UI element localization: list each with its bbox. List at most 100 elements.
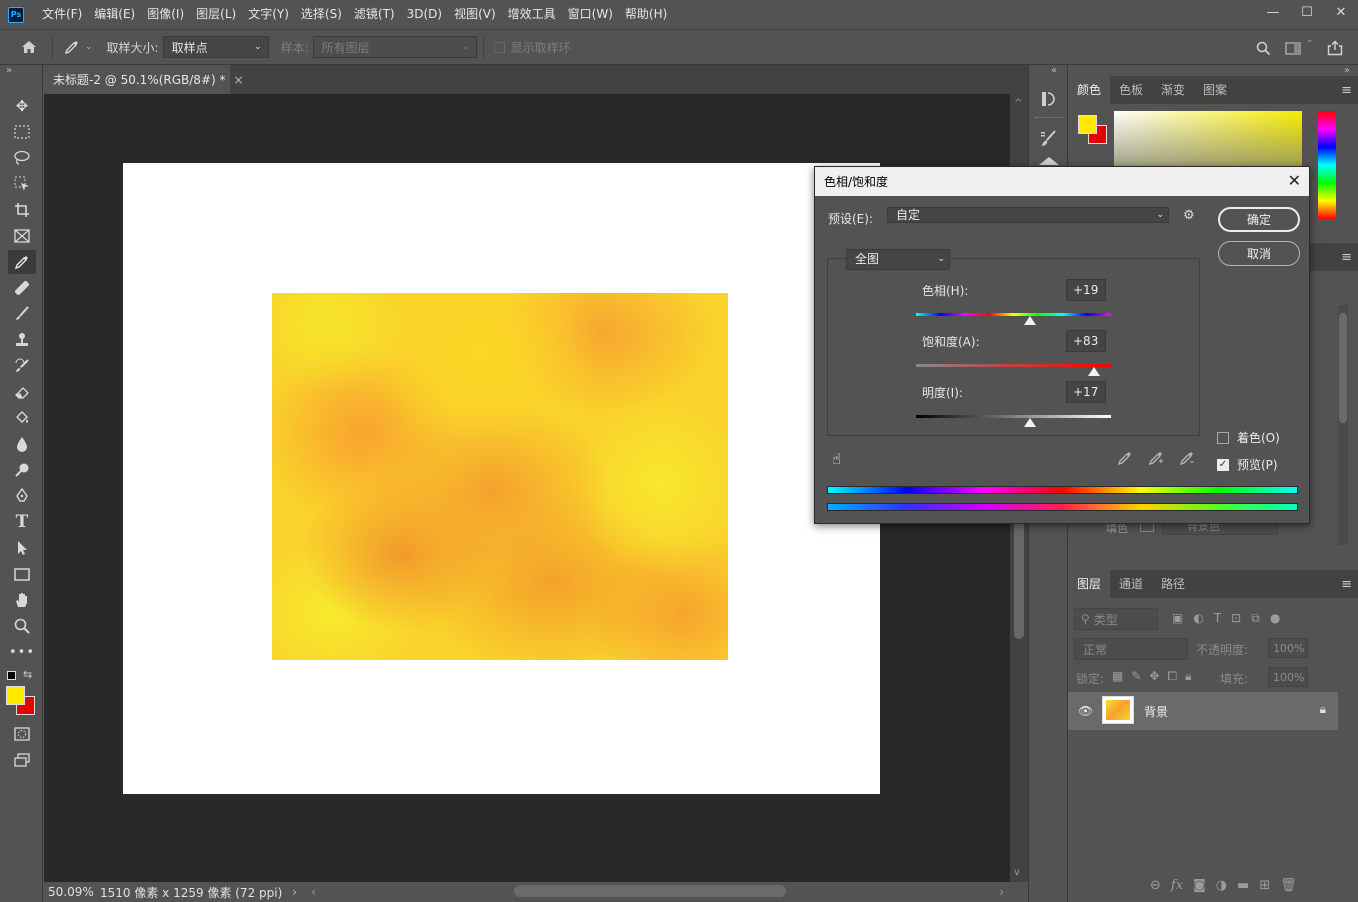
tab-swatches[interactable]: 色板: [1110, 76, 1152, 104]
horizontal-scroll-thumb[interactable]: [514, 885, 786, 897]
cancel-button[interactable]: 取消: [1218, 241, 1300, 266]
adjustment-filter-icon[interactable]: ◐: [1193, 611, 1203, 626]
new-group-icon[interactable]: ▬: [1237, 878, 1249, 893]
menu-plugins[interactable]: 增效工具: [502, 0, 562, 29]
tab-channels[interactable]: 通道: [1110, 570, 1152, 598]
history-panel-icon[interactable]: [1039, 89, 1059, 109]
hue-spectrum-bar[interactable]: [1318, 111, 1336, 219]
layer-row-background[interactable]: 👁︎ 背景 🔒︎: [1068, 692, 1338, 730]
history-brush-tool-icon[interactable]: [8, 354, 36, 378]
lasso-tool-icon[interactable]: [8, 146, 36, 170]
add-mask-icon[interactable]: ◙: [1193, 878, 1206, 893]
blend-mode-select[interactable]: 正常: [1074, 638, 1188, 660]
frame-tool-icon[interactable]: [8, 224, 36, 248]
color-panel-foreground-swatch[interactable]: [1078, 115, 1097, 134]
scroll-up-icon[interactable]: ^: [1014, 98, 1022, 109]
share-icon[interactable]: [1322, 35, 1348, 61]
quick-mask-icon[interactable]: [8, 722, 36, 746]
lock-transparent-icon[interactable]: ▦: [1112, 669, 1123, 684]
smart-object-filter-icon[interactable]: ⧉: [1251, 611, 1260, 626]
fill-input[interactable]: 100%: [1268, 667, 1308, 687]
link-layers-icon[interactable]: ⊖: [1150, 878, 1161, 893]
layer-filter-select[interactable]: ⚲ 类型: [1074, 608, 1158, 630]
collapse-dock-icon[interactable]: »: [1344, 65, 1350, 76]
filter-toggle-icon[interactable]: ●: [1270, 611, 1280, 626]
panel-menu-icon[interactable]: ≡: [1341, 577, 1352, 592]
vertical-scroll-thumb[interactable]: [1014, 504, 1024, 639]
menu-window[interactable]: 窗口(W): [562, 0, 619, 29]
menu-help[interactable]: 帮助(H): [619, 0, 673, 29]
panel-menu-icon[interactable]: ≡: [1341, 250, 1352, 265]
default-colors-icon[interactable]: [7, 671, 16, 680]
opacity-input[interactable]: 100%: [1268, 638, 1308, 658]
eyedropper-tool-icon[interactable]: [8, 250, 36, 274]
object-select-tool-icon[interactable]: [8, 172, 36, 196]
visibility-eye-icon[interactable]: 👁︎: [1078, 704, 1093, 718]
lock-artboard-icon[interactable]: ⧠: [1167, 669, 1177, 684]
preview-option[interactable]: ✓ 预览(P): [1217, 456, 1278, 473]
ok-button[interactable]: 确定: [1218, 207, 1300, 232]
panel-menu-icon[interactable]: ≡: [1341, 83, 1352, 98]
saturation-slider-track[interactable]: [916, 364, 1111, 367]
tab-color[interactable]: 颜色: [1068, 76, 1111, 104]
expand-panels-icon[interactable]: «: [1051, 65, 1057, 76]
tab-layers[interactable]: 图层: [1068, 570, 1111, 598]
lock-all-icon[interactable]: 🔒︎: [1185, 669, 1191, 684]
pixel-filter-icon[interactable]: ▣: [1172, 611, 1183, 626]
layer-name[interactable]: 背景: [1144, 703, 1168, 720]
eyedropper-icon[interactable]: [1117, 450, 1133, 470]
rectangle-tool-icon[interactable]: [8, 562, 36, 586]
type-filter-icon[interactable]: T: [1214, 611, 1221, 626]
new-layer-icon[interactable]: ⊞: [1259, 878, 1270, 893]
menu-filter[interactable]: 滤镜(T): [348, 0, 401, 29]
home-icon[interactable]: [16, 34, 42, 60]
show-ring-option[interactable]: 显示取样环: [493, 39, 575, 56]
adjustment-layer-icon[interactable]: ◑: [1216, 878, 1227, 893]
pen-tool-icon[interactable]: [8, 484, 36, 508]
clone-stamp-tool-icon[interactable]: [8, 328, 36, 352]
path-selection-tool-icon[interactable]: [8, 536, 36, 560]
lightness-slider-track[interactable]: [916, 415, 1111, 418]
properties-scrollbar[interactable]: [1338, 305, 1348, 545]
preset-options-gear-icon[interactable]: ⚙: [1183, 208, 1195, 223]
hue-slider-track[interactable]: [916, 313, 1111, 316]
search-icon[interactable]: [1250, 35, 1276, 61]
saturation-slider-thumb[interactable]: [1088, 367, 1101, 376]
scroll-left-icon[interactable]: ‹: [311, 885, 316, 899]
swap-colors-icon[interactable]: ⇆: [23, 668, 32, 681]
workspace-icon[interactable]: [1280, 35, 1306, 61]
eyedropper-preset-icon[interactable]: [59, 34, 85, 60]
dodge-tool-icon[interactable]: [8, 458, 36, 482]
screen-mode-icon[interactable]: [8, 748, 36, 772]
menu-3d[interactable]: 3D(D): [401, 0, 448, 29]
minimize-button[interactable]: —: [1256, 0, 1290, 24]
menu-image[interactable]: 图像(I): [141, 0, 190, 29]
zoom-level[interactable]: 50.09%: [44, 885, 94, 899]
info-menu-icon[interactable]: ›: [292, 885, 297, 899]
fx-icon[interactable]: fx: [1171, 878, 1183, 893]
tab-gradients[interactable]: 渐变: [1152, 76, 1194, 104]
menu-file[interactable]: 文件(F): [36, 0, 88, 29]
brush-tool-icon[interactable]: [8, 302, 36, 326]
properties-scroll-thumb[interactable]: [1339, 313, 1347, 423]
move-tool-icon[interactable]: ✥: [8, 94, 36, 118]
subtract-from-sample-eyedropper-icon[interactable]: [1179, 450, 1195, 470]
targeted-adjustment-hand-icon[interactable]: ☝: [832, 450, 841, 468]
clone-source-icon[interactable]: [1039, 157, 1059, 165]
shape-filter-icon[interactable]: ⊡: [1231, 611, 1241, 626]
menu-select[interactable]: 选择(S): [295, 0, 348, 29]
close-window-button[interactable]: ✕: [1324, 0, 1358, 24]
scroll-right-icon[interactable]: ›: [999, 885, 1004, 899]
lock-pixels-icon[interactable]: ✎: [1131, 669, 1141, 684]
menu-type[interactable]: 文字(Y): [242, 0, 295, 29]
paint-bucket-tool-icon[interactable]: [8, 406, 36, 430]
more-tools-icon[interactable]: •••: [8, 640, 36, 664]
brush-settings-icon[interactable]: [1039, 129, 1059, 149]
tab-patterns[interactable]: 图案: [1194, 76, 1236, 104]
sample-select[interactable]: 所有图层 ⌄: [312, 36, 477, 58]
document-tab[interactable]: 未标题-2 @ 50.1%(RGB/8#) * ×: [44, 65, 244, 94]
scroll-down-icon[interactable]: v: [1014, 867, 1020, 878]
delete-layer-icon[interactable]: 🗑︎: [1280, 878, 1297, 893]
colorize-option[interactable]: 着色(O): [1217, 429, 1280, 446]
maximize-button[interactable]: ☐: [1290, 0, 1324, 24]
